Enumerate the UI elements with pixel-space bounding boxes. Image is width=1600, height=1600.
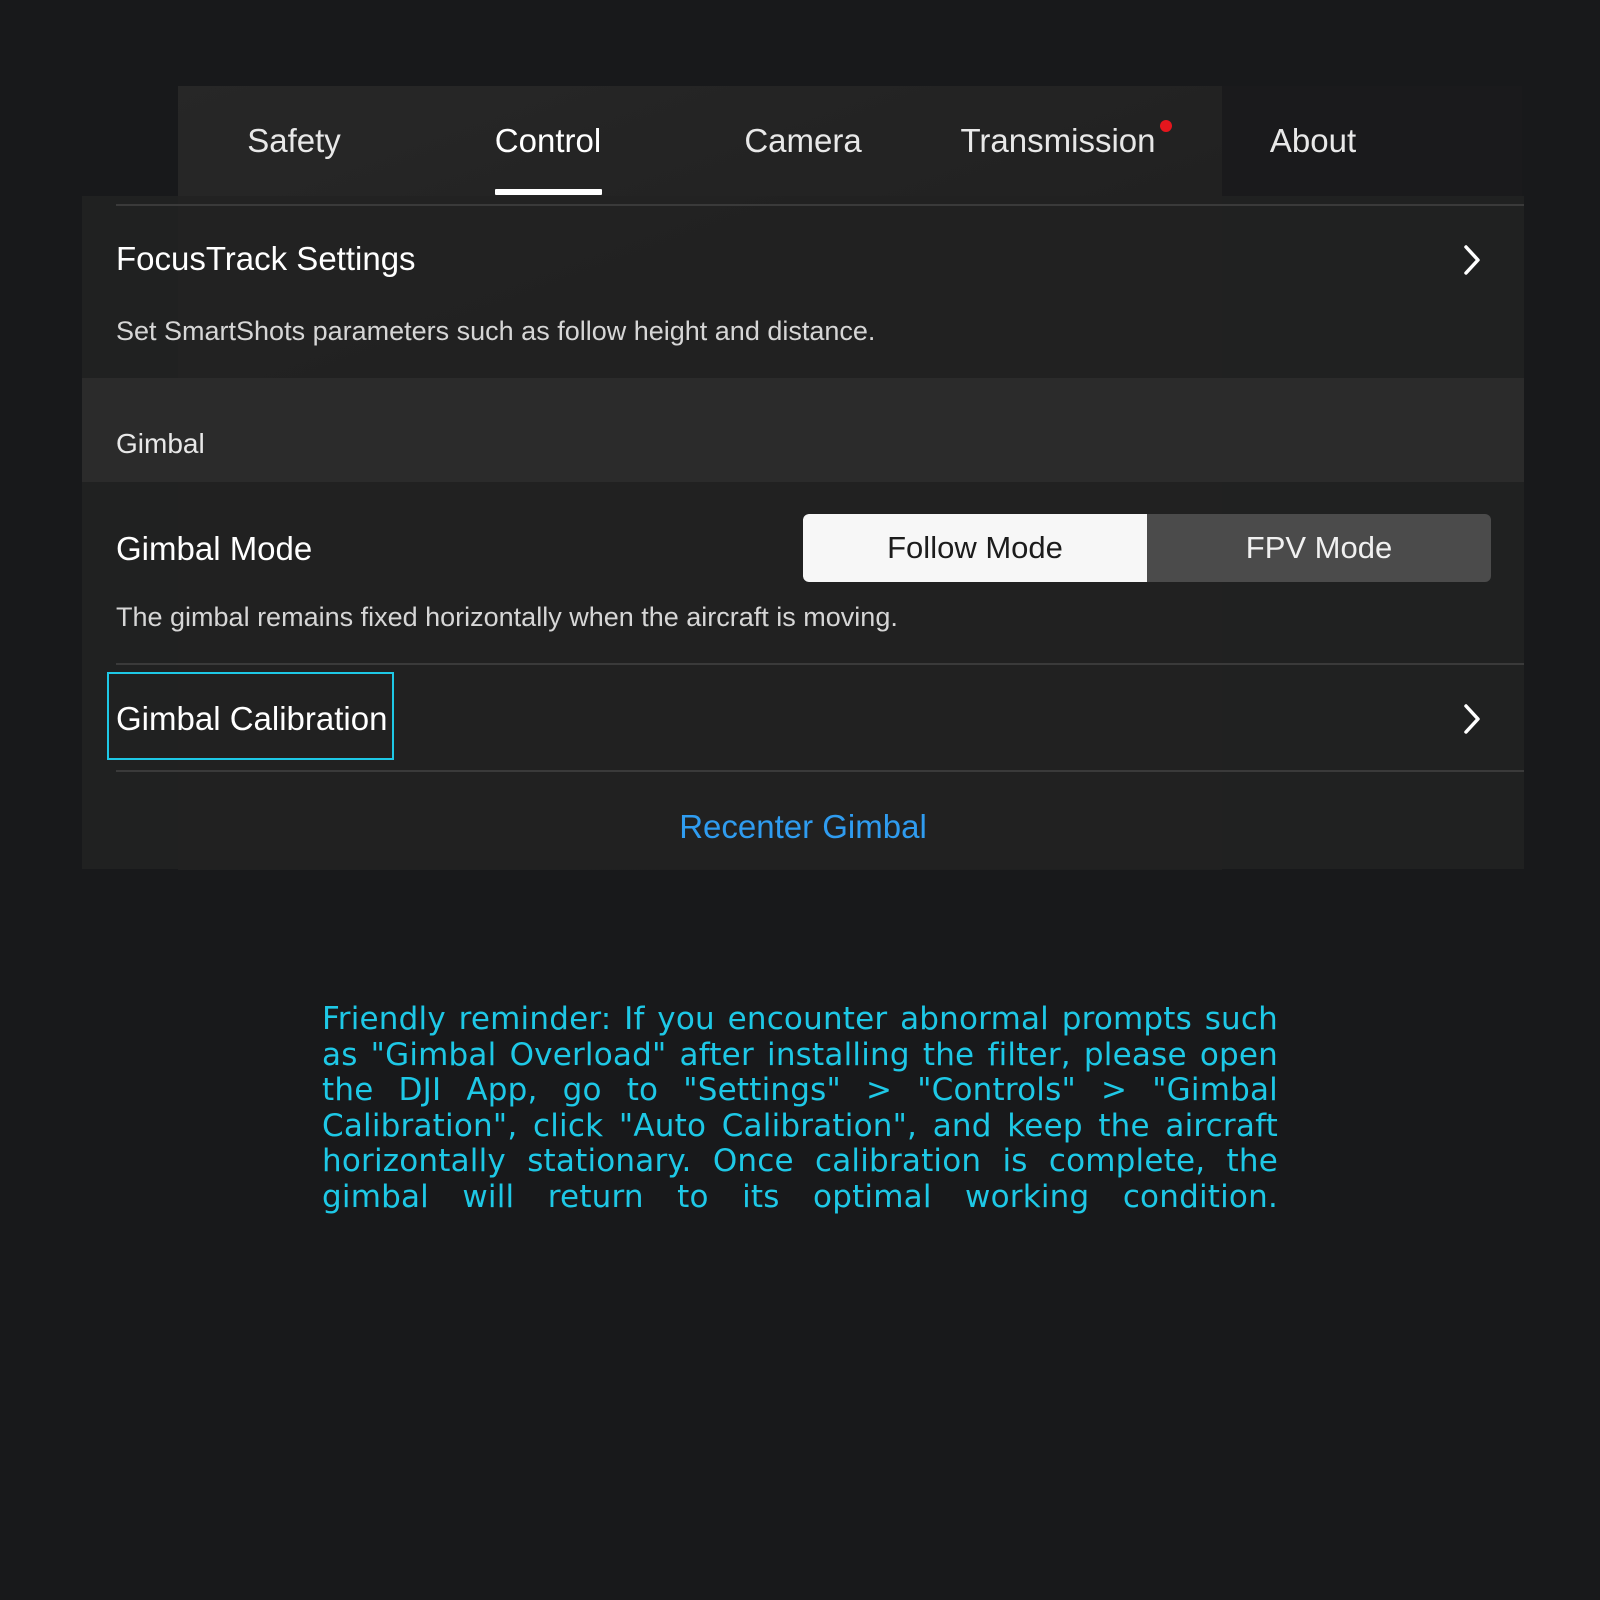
recenter-gimbal-button[interactable]: Recenter Gimbal <box>82 808 1524 846</box>
divider <box>116 204 1524 206</box>
gimbal-calibration-title: Gimbal Calibration <box>116 700 388 737</box>
active-tab-indicator <box>495 189 602 195</box>
settings-content: FocusTrack Settings Set SmartShots param… <box>82 196 1524 869</box>
gimbal-mode-selector: Follow Mode FPV Mode <box>803 514 1491 582</box>
divider <box>116 770 1524 772</box>
gimbal-section-label: Gimbal <box>116 428 205 459</box>
tab-transmission[interactable]: Transmission <box>961 122 1156 160</box>
tab-camera[interactable]: Camera <box>744 122 861 160</box>
chevron-right-icon[interactable] <box>1458 701 1486 737</box>
fpv-mode-option[interactable]: FPV Mode <box>1147 514 1491 582</box>
tab-control[interactable]: Control <box>495 122 601 160</box>
gimbal-section-header: Gimbal <box>82 378 1524 482</box>
chevron-right-icon[interactable] <box>1458 242 1486 278</box>
follow-mode-option[interactable]: Follow Mode <box>803 514 1147 582</box>
gimbal-mode-title: Gimbal Mode <box>116 530 313 567</box>
tab-about[interactable]: About <box>1270 122 1356 160</box>
friendly-reminder-text: Friendly reminder: If you encounter abno… <box>322 1001 1278 1215</box>
notification-dot <box>1160 120 1172 132</box>
focustrack-settings-description: Set SmartShots parameters such as follow… <box>116 316 876 346</box>
tab-safety[interactable]: Safety <box>247 122 341 160</box>
gimbal-mode-description: The gimbal remains fixed horizontally wh… <box>116 602 898 632</box>
divider <box>116 663 1524 665</box>
tab-bar: Safety Control Camera Transmission About <box>178 86 1522 196</box>
focustrack-settings-title: FocusTrack Settings <box>116 240 416 277</box>
